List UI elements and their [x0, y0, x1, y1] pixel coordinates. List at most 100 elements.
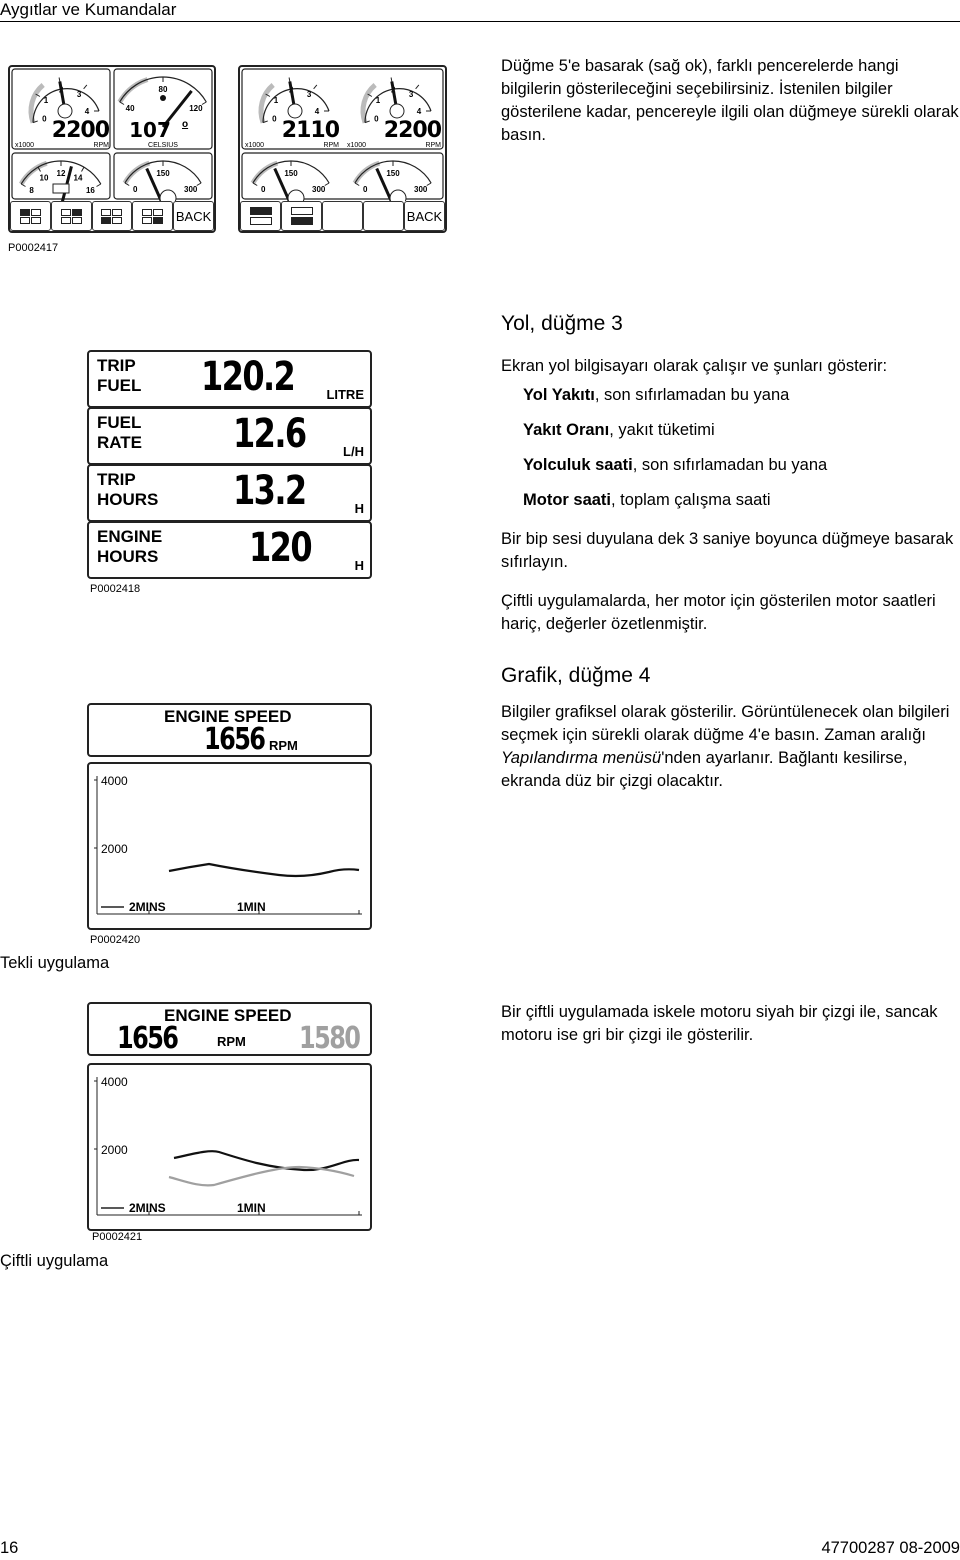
trip-list: Yol Yakıtı, son sıfırlamadan bu yana Yak… — [523, 384, 960, 512]
empty-button-3[interactable] — [322, 201, 363, 231]
tick-label: 4 — [315, 107, 320, 116]
battery-icon — [52, 183, 70, 194]
thermometer-icon — [160, 95, 166, 101]
rpm-series-line — [168, 862, 360, 878]
temp-value: 107 — [129, 118, 171, 142]
port-series-line — [173, 1150, 360, 1172]
gauges-right: 012342110x1000RPM012342200x1000RPM015030… — [241, 68, 444, 201]
tick — [81, 166, 85, 172]
tick — [324, 182, 330, 186]
hub — [57, 103, 73, 119]
twin-oil-gauges — [241, 152, 444, 200]
quad-icon-3 — [101, 208, 123, 224]
x-tick-label: 1MIN — [237, 900, 266, 914]
tick-label: 150 — [284, 169, 298, 178]
single-speed-graph: 4000 2000 2MINS 1MIN — [87, 762, 372, 930]
quad-icon-2 — [60, 208, 82, 224]
twin-speed-graph: 4000 2000 2MINS 1MIN — [87, 1063, 372, 1231]
tick-label: 4 — [85, 107, 90, 116]
tick-label: 0 — [374, 115, 379, 124]
header-rule — [0, 21, 960, 22]
rpm-unit: RPM — [323, 142, 339, 149]
tick-label: 300 — [414, 185, 428, 194]
tick-label: 40 — [126, 104, 135, 113]
back-button-right[interactable]: BACK — [404, 201, 445, 231]
rpm-value: 2110 — [282, 118, 340, 143]
twin-speed-header: ENGINE SPEED 1656 RPM 1580 — [87, 1002, 372, 1056]
engine-icon — [287, 189, 305, 201]
tick — [201, 101, 207, 105]
temp-range — [117, 77, 149, 104]
figure-caption: P0002417 — [8, 242, 59, 254]
x-tick-label: 2MINS — [129, 1201, 166, 1215]
tick-label: 80 — [159, 85, 168, 94]
tick-label: 0 — [42, 115, 47, 124]
tick-label: 0 — [261, 185, 266, 194]
tick-label: 0 — [363, 185, 368, 194]
y-tick-label: 4000 — [101, 774, 128, 788]
tick-label: 12 — [57, 169, 66, 178]
window-1-button[interactable] — [10, 201, 51, 231]
graph1-caption: P0002420 — [90, 934, 141, 946]
tick-label: 150 — [156, 169, 170, 178]
tick-label: 120 — [189, 104, 203, 113]
trip-caption: P0002418 — [90, 583, 141, 595]
back-button[interactable]: BACK — [173, 201, 214, 231]
rpm-unit: RPM — [425, 142, 441, 149]
tick-label: 14 — [74, 174, 83, 183]
window-bottom-button[interactable] — [281, 201, 322, 231]
tick-label: 1 — [376, 96, 381, 105]
degree: o — [182, 119, 188, 130]
tick-label: 1 — [274, 96, 279, 105]
multiplier: x1000 — [245, 142, 264, 149]
multiplier: x1000 — [15, 142, 34, 149]
trip-list-item: Yolculuk saati, son sıfırlamadan bu yana — [523, 456, 828, 474]
twin-summary-text: Çiftli uygulamalarda, her motor için gös… — [501, 592, 936, 633]
hub — [389, 103, 405, 119]
window-top-button[interactable] — [240, 201, 281, 231]
window-4-button[interactable] — [132, 201, 174, 231]
oil-range — [122, 160, 151, 185]
engine-hours-row: ENGINE HOURS 120 H — [87, 521, 372, 579]
twin-engine-gauges-screen: 012342110x1000RPM012342200x1000RPM015030… — [238, 65, 447, 233]
engine-icon — [159, 189, 177, 201]
window-2-button[interactable] — [50, 201, 92, 231]
trip-list-item: Yakıt Oranı, yakıt tüketimi — [523, 421, 715, 439]
half-bottom-icon — [290, 207, 313, 225]
tick — [196, 182, 202, 186]
rpm-value: 2200 — [384, 118, 442, 143]
x-tick-label: 2MINS — [129, 900, 166, 914]
multiplier: x1000 — [347, 142, 366, 149]
graph-text: Bilgiler grafiksel olarak gösterilir. Gö… — [501, 703, 950, 790]
single-engine-gauges-screen: 012342200x1000RPM4080120107oCELSIUS81012… — [8, 65, 216, 233]
trip-display: TRIP FUEL 120.2 LITRE FUEL RATE 12.6 L/H TRIP H… — [87, 350, 372, 579]
reset-text: Bir bip sesi duyulana dek 3 saniye boyun… — [501, 530, 954, 571]
tick-label: 0 — [272, 115, 277, 124]
tick-label: 300 — [184, 185, 198, 194]
trip-list-item: Motor saati, toplam çalışma saati — [523, 491, 771, 509]
y-tick-label: 2000 — [101, 1143, 128, 1157]
rpm-value: 2200 — [52, 118, 110, 143]
twin-text: Bir çiftli uygulamada iskele motoru siya… — [501, 1003, 938, 1044]
graph-heading: Grafik, düğme 4 — [501, 664, 651, 687]
x-tick-label: 1MIN — [237, 1201, 266, 1215]
single-label: Tekli uygulama — [0, 954, 110, 972]
empty-button-4[interactable] — [363, 201, 404, 231]
tick-label: 3 — [77, 90, 82, 99]
oil-range — [352, 160, 381, 185]
half-top-icon — [249, 207, 272, 225]
single-speed-header: ENGINE SPEED 1656 RPM — [87, 703, 372, 757]
tick-label: 8 — [29, 186, 34, 195]
tick-label: 150 — [386, 169, 400, 178]
trip-heading: Yol, düğme 3 — [501, 312, 623, 335]
tick-label: 3 — [307, 90, 312, 99]
engine-icon — [389, 189, 407, 201]
tick — [83, 84, 88, 90]
tick — [426, 182, 432, 186]
twin-label: Çiftli uygulama — [0, 1252, 109, 1270]
intro-text: Düğme 5'e basarak (sağ ok), farklı pence… — [501, 57, 959, 144]
quad-icon-1 — [19, 208, 41, 224]
graph-plot: 4000 2000 2MINS 1MIN — [94, 774, 362, 915]
window-3-button[interactable] — [91, 201, 133, 231]
section-header: Aygıtlar ve Kumandalar — [0, 0, 177, 19]
